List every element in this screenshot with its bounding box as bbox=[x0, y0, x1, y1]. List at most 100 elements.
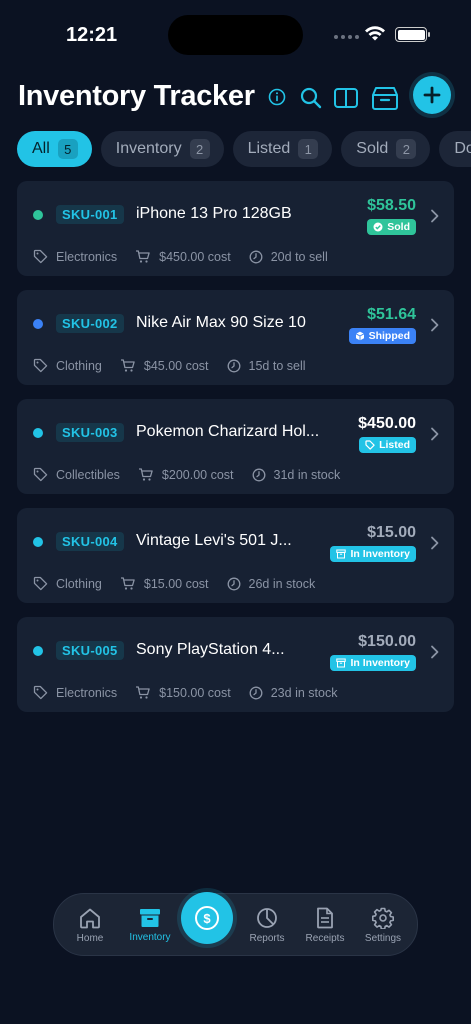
archive-box-icon bbox=[336, 549, 347, 559]
item-meta: Clothing $15.00 cost 26d in stock bbox=[33, 576, 333, 591]
tab-home[interactable]: Home bbox=[62, 894, 118, 957]
status-badge-label: Listed bbox=[379, 439, 410, 451]
cart-icon bbox=[120, 577, 135, 590]
page-title: Inventory Tracker bbox=[18, 80, 255, 112]
status-badge-label: Shipped bbox=[368, 330, 410, 342]
cart-icon bbox=[136, 686, 150, 699]
status-dot bbox=[33, 537, 43, 547]
sku-badge: SKU-001 bbox=[56, 205, 124, 224]
sku-badge: SKU-004 bbox=[56, 532, 124, 551]
package-icon bbox=[355, 331, 364, 341]
tab-receipts[interactable]: Receipts bbox=[297, 894, 353, 957]
tag-icon bbox=[33, 576, 48, 591]
tag-icon bbox=[33, 685, 48, 700]
dollar-icon: $ bbox=[195, 906, 219, 930]
add-item-button[interactable] bbox=[413, 76, 451, 114]
wifi-icon bbox=[365, 26, 385, 41]
filter-tabs: All 5 Inventory 2 Listed 1 Sold 2 Do bbox=[17, 131, 471, 167]
inventory-item-card[interactable]: SKU-002 Nike Air Max 90 Size 10 $51.64 S… bbox=[17, 290, 454, 385]
item-days: 31d in stock bbox=[273, 467, 341, 482]
filter-tab-label: Sold bbox=[356, 140, 389, 157]
inventory-list: SKU-001 iPhone 13 Pro 128GB $58.50 Sold … bbox=[17, 181, 454, 726]
filter-count-badge: 5 bbox=[57, 139, 78, 159]
tag-icon bbox=[33, 249, 48, 264]
item-name: Pokemon Charizard Hol... bbox=[136, 423, 320, 440]
clock-icon bbox=[252, 468, 265, 481]
inventory-item-card[interactable]: SKU-005 Sony PlayStation 4... $150.00 In… bbox=[17, 617, 454, 712]
dynamic-island bbox=[168, 15, 303, 55]
filter-tab-inventory[interactable]: Inventory 2 bbox=[100, 131, 224, 167]
filter-count-badge: 1 bbox=[298, 139, 319, 159]
status-badge: Shipped bbox=[348, 328, 416, 344]
filter-tab-donated[interactable]: Do bbox=[439, 131, 471, 167]
item-days: 26d in stock bbox=[248, 576, 316, 591]
inventory-item-card[interactable]: SKU-001 iPhone 13 Pro 128GB $58.50 Sold … bbox=[17, 181, 454, 276]
tab-sales-button[interactable]: $ bbox=[181, 892, 233, 944]
item-cost: $45.00 cost bbox=[143, 358, 209, 373]
item-meta: Collectibles $200.00 cost 31d in stock bbox=[33, 467, 358, 482]
info-icon[interactable] bbox=[266, 86, 288, 108]
clock-icon bbox=[227, 359, 240, 372]
tab-inventory[interactable]: Inventory bbox=[120, 894, 180, 957]
plus-icon bbox=[423, 86, 441, 104]
inventory-item-card[interactable]: SKU-003 Pokemon Charizard Hol... $450.00… bbox=[17, 399, 454, 494]
item-category: Electronics bbox=[56, 249, 118, 264]
status-badge-label: In Inventory bbox=[350, 548, 410, 560]
tab-reports[interactable]: Reports bbox=[239, 894, 295, 957]
item-category: Electronics bbox=[56, 685, 118, 700]
chevron-right-icon bbox=[431, 318, 439, 332]
gear-icon bbox=[372, 907, 394, 929]
chevron-right-icon bbox=[431, 427, 439, 441]
item-price: $150.00 bbox=[358, 633, 416, 650]
status-badge-label: Sold bbox=[387, 221, 410, 233]
cart-icon bbox=[120, 359, 135, 372]
clock-icon bbox=[249, 686, 263, 699]
house-icon bbox=[80, 908, 100, 929]
filter-tab-label: Listed bbox=[247, 140, 291, 157]
status-time: 12:21 bbox=[66, 24, 118, 46]
battery-icon bbox=[395, 27, 430, 42]
header: Inventory Tracker bbox=[18, 76, 471, 120]
item-meta: Electronics $450.00 cost 20d to sell bbox=[33, 249, 346, 264]
chevron-right-icon bbox=[431, 209, 439, 223]
tab-label: Receipts bbox=[305, 933, 345, 944]
item-meta: Clothing $45.00 cost 15d to sell bbox=[33, 358, 324, 373]
filter-count-badge: 2 bbox=[396, 139, 417, 159]
storage-box-icon[interactable] bbox=[371, 84, 399, 112]
pie-chart-icon bbox=[257, 908, 277, 928]
item-days: 15d to sell bbox=[248, 358, 306, 373]
inventory-item-card[interactable]: SKU-004 Vintage Levi's 501 J... $15.00 I… bbox=[17, 508, 454, 603]
filter-tab-all[interactable]: All 5 bbox=[17, 131, 92, 167]
item-category: Collectibles bbox=[56, 467, 120, 482]
item-cost: $200.00 cost bbox=[161, 467, 234, 482]
check-circle-icon bbox=[373, 222, 383, 232]
status-badge: In Inventory bbox=[330, 546, 416, 562]
filter-tab-sold[interactable]: Sold 2 bbox=[341, 131, 431, 167]
item-name: Sony PlayStation 4... bbox=[136, 641, 285, 658]
status-dot bbox=[33, 210, 43, 220]
status-dot bbox=[33, 428, 43, 438]
document-icon bbox=[317, 907, 333, 929]
status-badge: Listed bbox=[359, 437, 416, 453]
item-name: Vintage Levi's 501 J... bbox=[136, 532, 292, 549]
tab-label: Inventory bbox=[129, 932, 171, 943]
cellular-signal-icon bbox=[334, 35, 359, 39]
item-price: $51.64 bbox=[367, 306, 416, 323]
bottom-tab-bar: Home Inventory $ Reports Receipts Settin… bbox=[53, 892, 418, 957]
tab-settings[interactable]: Settings bbox=[355, 894, 411, 957]
clock-icon bbox=[227, 577, 240, 590]
sku-badge: SKU-003 bbox=[56, 423, 124, 442]
search-icon[interactable] bbox=[297, 84, 325, 112]
filter-tab-listed[interactable]: Listed 1 bbox=[232, 131, 333, 167]
tag-icon bbox=[365, 440, 375, 450]
split-view-icon[interactable] bbox=[332, 84, 360, 112]
status-dot bbox=[33, 646, 43, 656]
item-name: iPhone 13 Pro 128GB bbox=[136, 205, 292, 222]
item-price: $450.00 bbox=[358, 415, 416, 432]
filter-tab-label: Do bbox=[454, 140, 471, 157]
status-badge: In Inventory bbox=[330, 655, 416, 671]
filter-count-badge: 2 bbox=[189, 139, 210, 159]
item-price: $58.50 bbox=[367, 197, 416, 214]
item-category: Clothing bbox=[56, 576, 102, 591]
tab-label: Home bbox=[76, 933, 104, 944]
